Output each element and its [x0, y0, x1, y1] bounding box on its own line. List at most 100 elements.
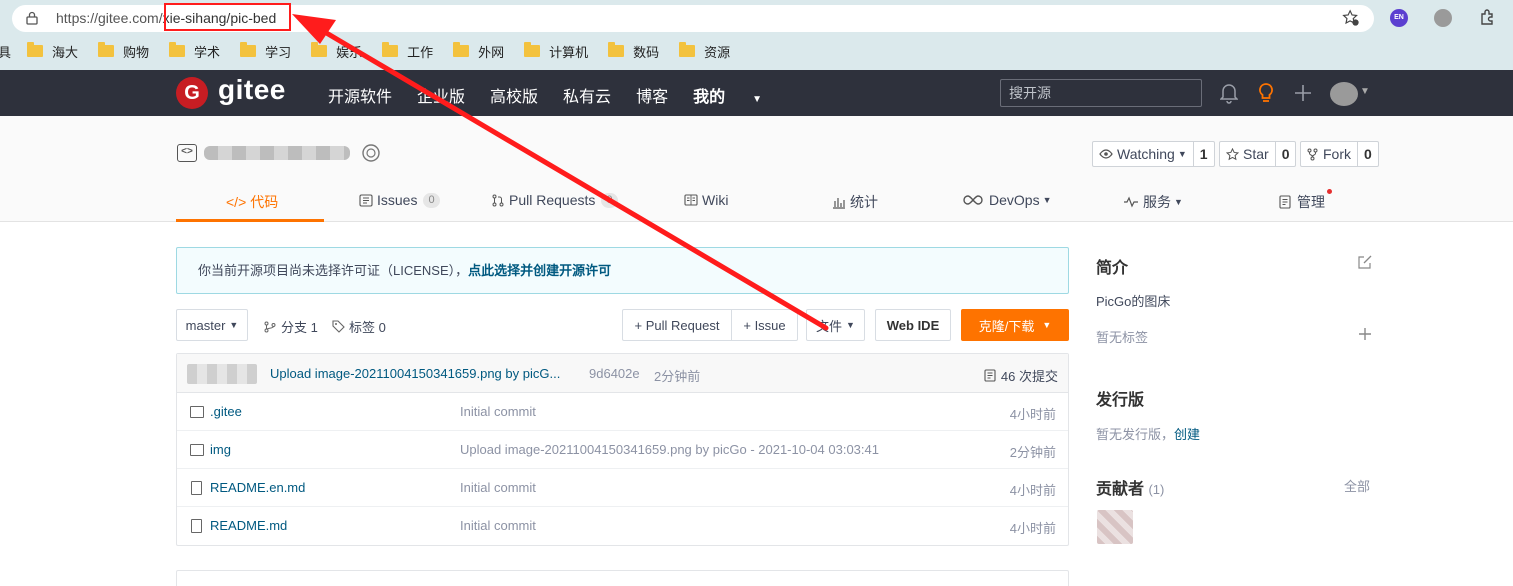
- star-count[interactable]: 0: [1276, 142, 1296, 166]
- tab-code[interactable]: </> 代码: [226, 192, 278, 212]
- bookmark-star-icon[interactable]: [1342, 9, 1360, 27]
- nav-mine[interactable]: 我的 ▼: [693, 83, 787, 107]
- release-title: 发行版: [1096, 392, 1145, 409]
- bookmark-folder[interactable]: 工作: [382, 42, 433, 61]
- license-link[interactable]: 点此选择并创建开源许可: [468, 263, 611, 278]
- committer-avatar[interactable]: [187, 364, 257, 384]
- license-text: 你当前开源项目尚未选择许可证（LICENSE），: [198, 263, 469, 278]
- fork-count[interactable]: 0: [1358, 142, 1378, 166]
- tab-code-label: 代码: [250, 194, 279, 210]
- create-release-link[interactable]: 创建: [1174, 427, 1200, 442]
- bell-icon[interactable]: [1220, 82, 1238, 104]
- bookmark-folder[interactable]: 学习: [240, 42, 291, 61]
- web-ide-button[interactable]: Web IDE: [875, 309, 951, 341]
- file-name[interactable]: .gitee: [210, 404, 242, 419]
- folder-icon: [98, 42, 115, 57]
- nav-education[interactable]: 高校版: [490, 83, 538, 107]
- star-button[interactable]: Star 0: [1219, 141, 1297, 167]
- nav-enterprise[interactable]: 企业版: [417, 83, 465, 107]
- commit-message[interactable]: Upload image-20211004150341659.png by pi…: [270, 366, 560, 381]
- lightbulb-icon[interactable]: [1256, 82, 1276, 104]
- branch-select[interactable]: master ▼: [176, 309, 248, 341]
- file-commit-message[interactable]: Initial commit: [460, 480, 536, 495]
- edit-icon[interactable]: [1357, 254, 1373, 270]
- commit-hash[interactable]: 9d6402e: [589, 366, 640, 381]
- bookmark-folder[interactable]: 外网: [453, 42, 504, 61]
- clone-download-button[interactable]: 克隆/下载 ▼: [961, 309, 1069, 341]
- fork-button[interactable]: Fork 0: [1300, 141, 1379, 167]
- tab-stats[interactable]: 统计: [832, 192, 878, 212]
- nav-private-cloud[interactable]: 私有云: [563, 83, 611, 107]
- nav-open-source[interactable]: 开源软件: [328, 83, 392, 107]
- tab-devops-label: DevOps: [989, 192, 1040, 208]
- search-input[interactable]: 搜开源: [1000, 79, 1202, 107]
- repo-name-blurred[interactable]: [204, 146, 350, 160]
- fork-icon: [1307, 148, 1318, 160]
- file-commit-message[interactable]: Initial commit: [460, 518, 536, 533]
- plus-icon[interactable]: [1358, 327, 1372, 341]
- branches-link[interactable]: 分支 1: [264, 317, 318, 336]
- gitee-logo-text[interactable]: gitee: [218, 74, 286, 106]
- bookmark-folder[interactable]: 学术: [169, 42, 220, 61]
- gitee-logo-icon[interactable]: G: [176, 77, 208, 109]
- branches-label: 分支 1: [281, 320, 318, 335]
- chevron-down-icon: ▼: [752, 94, 762, 105]
- bookmark-folder[interactable]: 资源: [679, 42, 730, 61]
- file-row[interactable]: img Upload image-20211004150341659.png b…: [177, 431, 1068, 469]
- bookmark-folder[interactable]: 计算机: [524, 42, 588, 61]
- browser-toolbar: https://gitee.com/xie-sihang/pic-bed EN …: [0, 0, 1513, 70]
- tab-manage-label: 管理: [1297, 194, 1325, 210]
- star-label: Star: [1243, 146, 1269, 162]
- folder-icon: [169, 42, 186, 57]
- nav-blog[interactable]: 博客: [636, 83, 668, 107]
- file-time: 2分钟前: [1009, 445, 1056, 460]
- contributor-avatar[interactable]: [1097, 510, 1133, 544]
- user-avatar[interactable]: [1330, 82, 1358, 106]
- file-commit-message[interactable]: Upload image-20211004150341659.png by pi…: [460, 442, 879, 457]
- file-menu-button[interactable]: 文件 ▼: [806, 309, 865, 341]
- star-icon: [1226, 147, 1239, 160]
- issues-icon: [359, 193, 373, 207]
- file-commit-message[interactable]: Initial commit: [460, 404, 536, 419]
- file-name[interactable]: img: [210, 442, 231, 457]
- tags-label: 标签 0: [349, 320, 386, 335]
- commits-icon: [984, 369, 996, 382]
- award-badge-icon[interactable]: [361, 143, 381, 163]
- tab-wiki[interactable]: Wiki: [684, 192, 728, 208]
- watching-count[interactable]: 1: [1194, 142, 1214, 166]
- tab-issues[interactable]: Issues 0: [359, 192, 440, 208]
- watching-button[interactable]: Watching ▼ 1: [1092, 141, 1215, 167]
- bookmark-folder[interactable]: 娱乐: [311, 42, 362, 61]
- tab-manage[interactable]: 管理: [1279, 192, 1325, 212]
- pulls-count-badge: 0: [601, 192, 618, 208]
- tags-link[interactable]: 标签 0: [332, 317, 386, 336]
- commit-count-link[interactable]: 46 次提交: [984, 366, 1058, 385]
- translate-extension-icon[interactable]: EN: [1390, 9, 1408, 27]
- tab-devops[interactable]: DevOps ▼: [963, 192, 1052, 208]
- bookmark-folder[interactable]: 数码: [608, 42, 659, 61]
- extensions-puzzle-icon[interactable]: [1478, 8, 1498, 28]
- bookmark-folder[interactable]: 海大: [27, 42, 78, 61]
- bar-chart-icon: [833, 197, 845, 209]
- tab-services[interactable]: 服务 ▼: [1123, 192, 1183, 212]
- new-issue-button[interactable]: + Issue: [731, 309, 798, 341]
- chevron-down-icon: ▼: [1174, 197, 1183, 207]
- notification-dot: [1327, 189, 1332, 194]
- plus-icon[interactable]: [1294, 84, 1312, 102]
- document-icon: [191, 480, 202, 495]
- bookmark-item-tools[interactable]: 具: [0, 42, 11, 61]
- file-name[interactable]: README.en.md: [210, 480, 305, 495]
- commit-count-label: 46 次提交: [1000, 369, 1058, 384]
- folder-icon: [190, 443, 204, 456]
- file-row[interactable]: .gitee Initial commit 4小时前: [177, 393, 1068, 431]
- chevron-down-icon[interactable]: ▼: [1360, 86, 1370, 97]
- tab-pull-requests[interactable]: Pull Requests 0: [492, 192, 618, 208]
- shield-extension-icon[interactable]: [1434, 9, 1452, 27]
- file-name[interactable]: README.md: [210, 518, 287, 533]
- file-row[interactable]: README.en.md Initial commit 4小时前: [177, 469, 1068, 507]
- file-row[interactable]: README.md Initial commit 4小时前: [177, 507, 1068, 545]
- pull-request-button[interactable]: + Pull Request: [622, 309, 732, 341]
- bookmark-folder[interactable]: 购物: [98, 42, 149, 61]
- contributors-all-link[interactable]: 全部: [1344, 476, 1370, 495]
- folder-icon: [679, 42, 696, 57]
